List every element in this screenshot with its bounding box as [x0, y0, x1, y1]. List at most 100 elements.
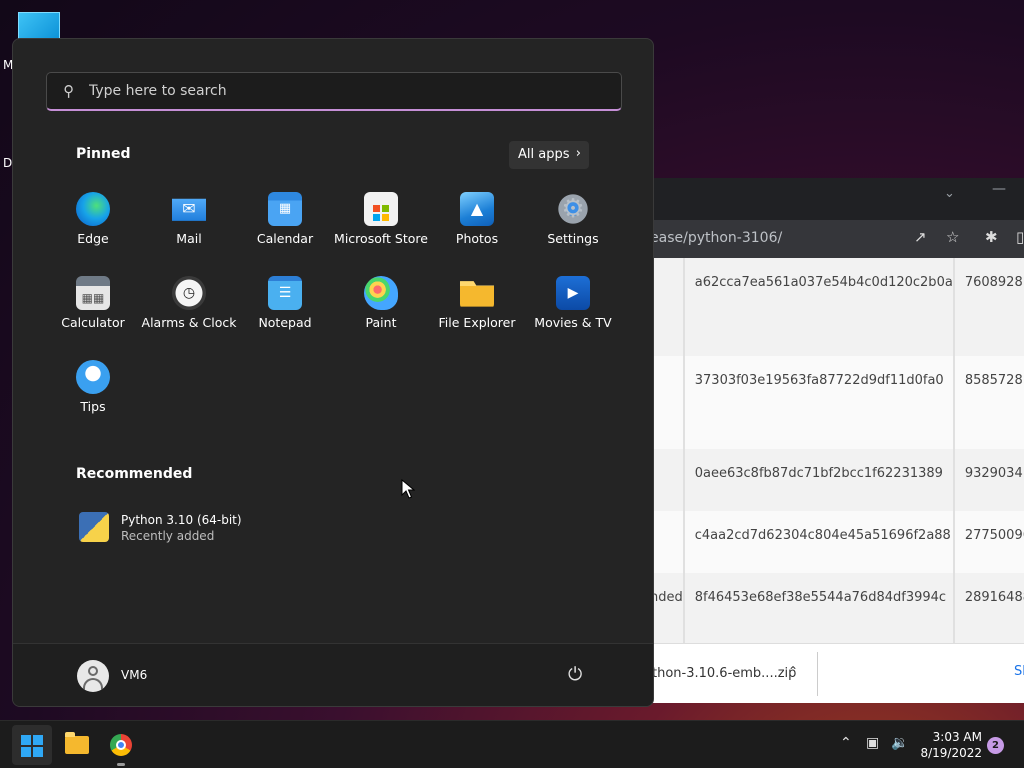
all-apps-label: All apps	[518, 147, 570, 162]
taskbar-chrome[interactable]	[101, 725, 141, 765]
pinned-app-label: File Explorer	[438, 315, 516, 330]
pinned-app-store[interactable]: Microsoft Store	[333, 184, 429, 262]
pinned-app-photos[interactable]: ▲ Photos	[429, 184, 525, 262]
search-box[interactable]: ⚲	[46, 72, 622, 111]
start-menu-footer: VM6 ⏻	[13, 643, 653, 706]
pinned-app-tips[interactable]: Tips	[45, 352, 141, 430]
divider	[817, 652, 818, 696]
power-icon[interactable]: ⏻	[568, 664, 582, 685]
user-name[interactable]: VM6	[121, 668, 147, 682]
md5-cell: 37303f03e19563fa87722d9df11d0fa0	[682, 356, 955, 449]
browser-window: ⌄ — ease/python-3106/ ↗ ☆ ✱ ▯ a62cca7ea5…	[640, 178, 1024, 703]
recommended-item-name: Python 3.10 (64-bit)	[121, 513, 242, 527]
pinned-app-label: Photos	[455, 231, 499, 246]
tab-search-chevron-icon[interactable]: ⌄	[944, 186, 955, 201]
notification-badge[interactable]: 2	[987, 737, 1004, 754]
calculator-icon: ▦▦	[76, 276, 110, 310]
download-bar: thon-3.10.6-emb....zip ⌃ Sh	[640, 643, 1024, 703]
size-cell: 9329034	[953, 449, 1024, 511]
photos-icon: ▲	[460, 192, 494, 226]
recommended-item-subtitle: Recently added	[121, 529, 215, 543]
pinned-app-label: Movies & TV	[534, 315, 612, 330]
url-text[interactable]: ease/python-3106/	[650, 230, 782, 246]
start-button[interactable]	[12, 725, 52, 765]
pinned-app-label: Notepad	[258, 315, 312, 330]
volume-icon[interactable]: 🔉	[891, 735, 908, 751]
md5-cell: c4aa2cd7d62304c804e45a51696f2a88	[682, 511, 955, 573]
pinned-app-label: Settings	[547, 231, 599, 246]
pinned-app-label: Paint	[365, 315, 397, 330]
pinned-app-label: Alarms & Clock	[141, 315, 237, 330]
pinned-app-label: Edge	[77, 231, 109, 246]
md5-cell: a62cca7ea561a037e54b4c0d120c2b0a	[682, 258, 955, 356]
pinned-title: Pinned	[76, 146, 131, 162]
chevron-right-icon: ›	[575, 146, 581, 161]
pinned-app-alarms-clock[interactable]: ◷ Alarms & Clock	[141, 268, 237, 346]
md5-cell: 8f46453e68ef38e5544a76d84df3994c	[682, 573, 955, 643]
pinned-app-edge[interactable]: Edge	[45, 184, 141, 262]
notepad-icon: ☰	[268, 276, 302, 310]
bookmark-star-icon[interactable]: ☆	[946, 228, 959, 246]
pinned-app-paint[interactable]: Paint	[333, 268, 429, 346]
pinned-app-calendar[interactable]: ▦ Calendar	[237, 184, 333, 262]
search-icon: ⚲	[63, 82, 74, 100]
browser-titlebar: ⌄ —	[640, 178, 1024, 220]
search-input[interactable]	[89, 80, 589, 102]
table-row: c4aa2cd7d62304c804e45a51696f2a88 2775009…	[640, 511, 1024, 573]
windows-logo-icon	[21, 735, 43, 757]
edge-icon	[76, 192, 110, 226]
size-cell: 8585728	[953, 356, 1024, 449]
pinned-app-settings[interactable]: ⚙ Settings	[525, 184, 621, 262]
recommended-title: Recommended	[76, 466, 193, 482]
python-icon	[79, 512, 109, 542]
address-bar[interactable]: ease/python-3106/ ↗ ☆ ✱ ▯	[640, 220, 1024, 258]
file-table: a62cca7ea561a037e54b4c0d120c2b0a 7608928…	[640, 258, 1024, 643]
pinned-app-mail[interactable]: ✉ Mail	[141, 184, 237, 262]
pinned-app-notepad[interactable]: ☰ Notepad	[237, 268, 333, 346]
store-icon	[364, 192, 398, 226]
size-cell: 7608928	[953, 258, 1024, 356]
side-panel-icon[interactable]: ▯	[1016, 228, 1024, 246]
show-all-link[interactable]: Sh	[1014, 664, 1024, 679]
settings-icon: ⚙	[556, 192, 590, 226]
chrome-icon	[110, 734, 132, 756]
table-row: a62cca7ea561a037e54b4c0d120c2b0a 7608928	[640, 258, 1024, 356]
pinned-app-label: Calendar	[256, 231, 314, 246]
extensions-icon[interactable]: ✱	[985, 228, 998, 246]
download-filename[interactable]: thon-3.10.6-emb....zip	[652, 666, 796, 681]
minimize-icon[interactable]: —	[992, 181, 1006, 197]
pinned-app-label: Calculator	[61, 315, 125, 330]
start-menu: ⚲ Pinned All apps › Edge ✉ Mail ▦ Calend…	[12, 38, 654, 707]
clock-icon: ◷	[172, 276, 206, 310]
pinned-app-movies-tv[interactable]: ▶ Movies & TV	[525, 268, 621, 346]
user-avatar-icon[interactable]	[77, 660, 109, 692]
tips-icon	[76, 360, 110, 394]
size-cell: 27750096	[953, 511, 1024, 573]
table-row: nded 8f46453e68ef38e5544a76d84df3994c 28…	[640, 573, 1024, 643]
calendar-icon: ▦	[268, 192, 302, 226]
folder-icon	[65, 732, 89, 754]
pinned-app-label: Tips	[80, 399, 106, 414]
taskbar: ⌃ ▣ 🔉 3:03 AM 8/19/2022 2	[0, 720, 1024, 768]
running-indicator	[117, 763, 125, 766]
network-icon[interactable]: ▣	[866, 735, 879, 751]
folder-icon	[460, 281, 494, 307]
clock-time: 3:03 AM	[932, 730, 982, 744]
mail-icon: ✉	[172, 198, 206, 221]
paint-icon	[364, 276, 398, 310]
clock-date: 8/19/2022	[920, 746, 982, 760]
share-icon[interactable]: ↗	[914, 228, 927, 246]
table-row: 37303f03e19563fa87722d9df11d0fa0 8585728	[640, 356, 1024, 449]
taskbar-file-explorer[interactable]	[57, 725, 97, 765]
size-cell: 28916488	[953, 573, 1024, 643]
md5-cell: 0aee63c8fb87dc71bf2bcc1f62231389	[682, 449, 955, 511]
movies-icon: ▶	[556, 276, 590, 310]
show-hidden-icons-chevron-icon[interactable]: ⌃	[840, 735, 852, 751]
pinned-app-file-explorer[interactable]: File Explorer	[429, 268, 525, 346]
all-apps-button[interactable]: All apps ›	[509, 141, 589, 169]
pinned-app-label: Mail	[176, 231, 202, 246]
chevron-up-icon[interactable]: ⌃	[788, 664, 798, 678]
recommended-item-python[interactable]: Python 3.10 (64-bit) Recently added	[76, 509, 376, 549]
pinned-app-calculator[interactable]: ▦▦ Calculator	[45, 268, 141, 346]
taskbar-clock[interactable]: 3:03 AM 8/19/2022	[920, 729, 982, 761]
